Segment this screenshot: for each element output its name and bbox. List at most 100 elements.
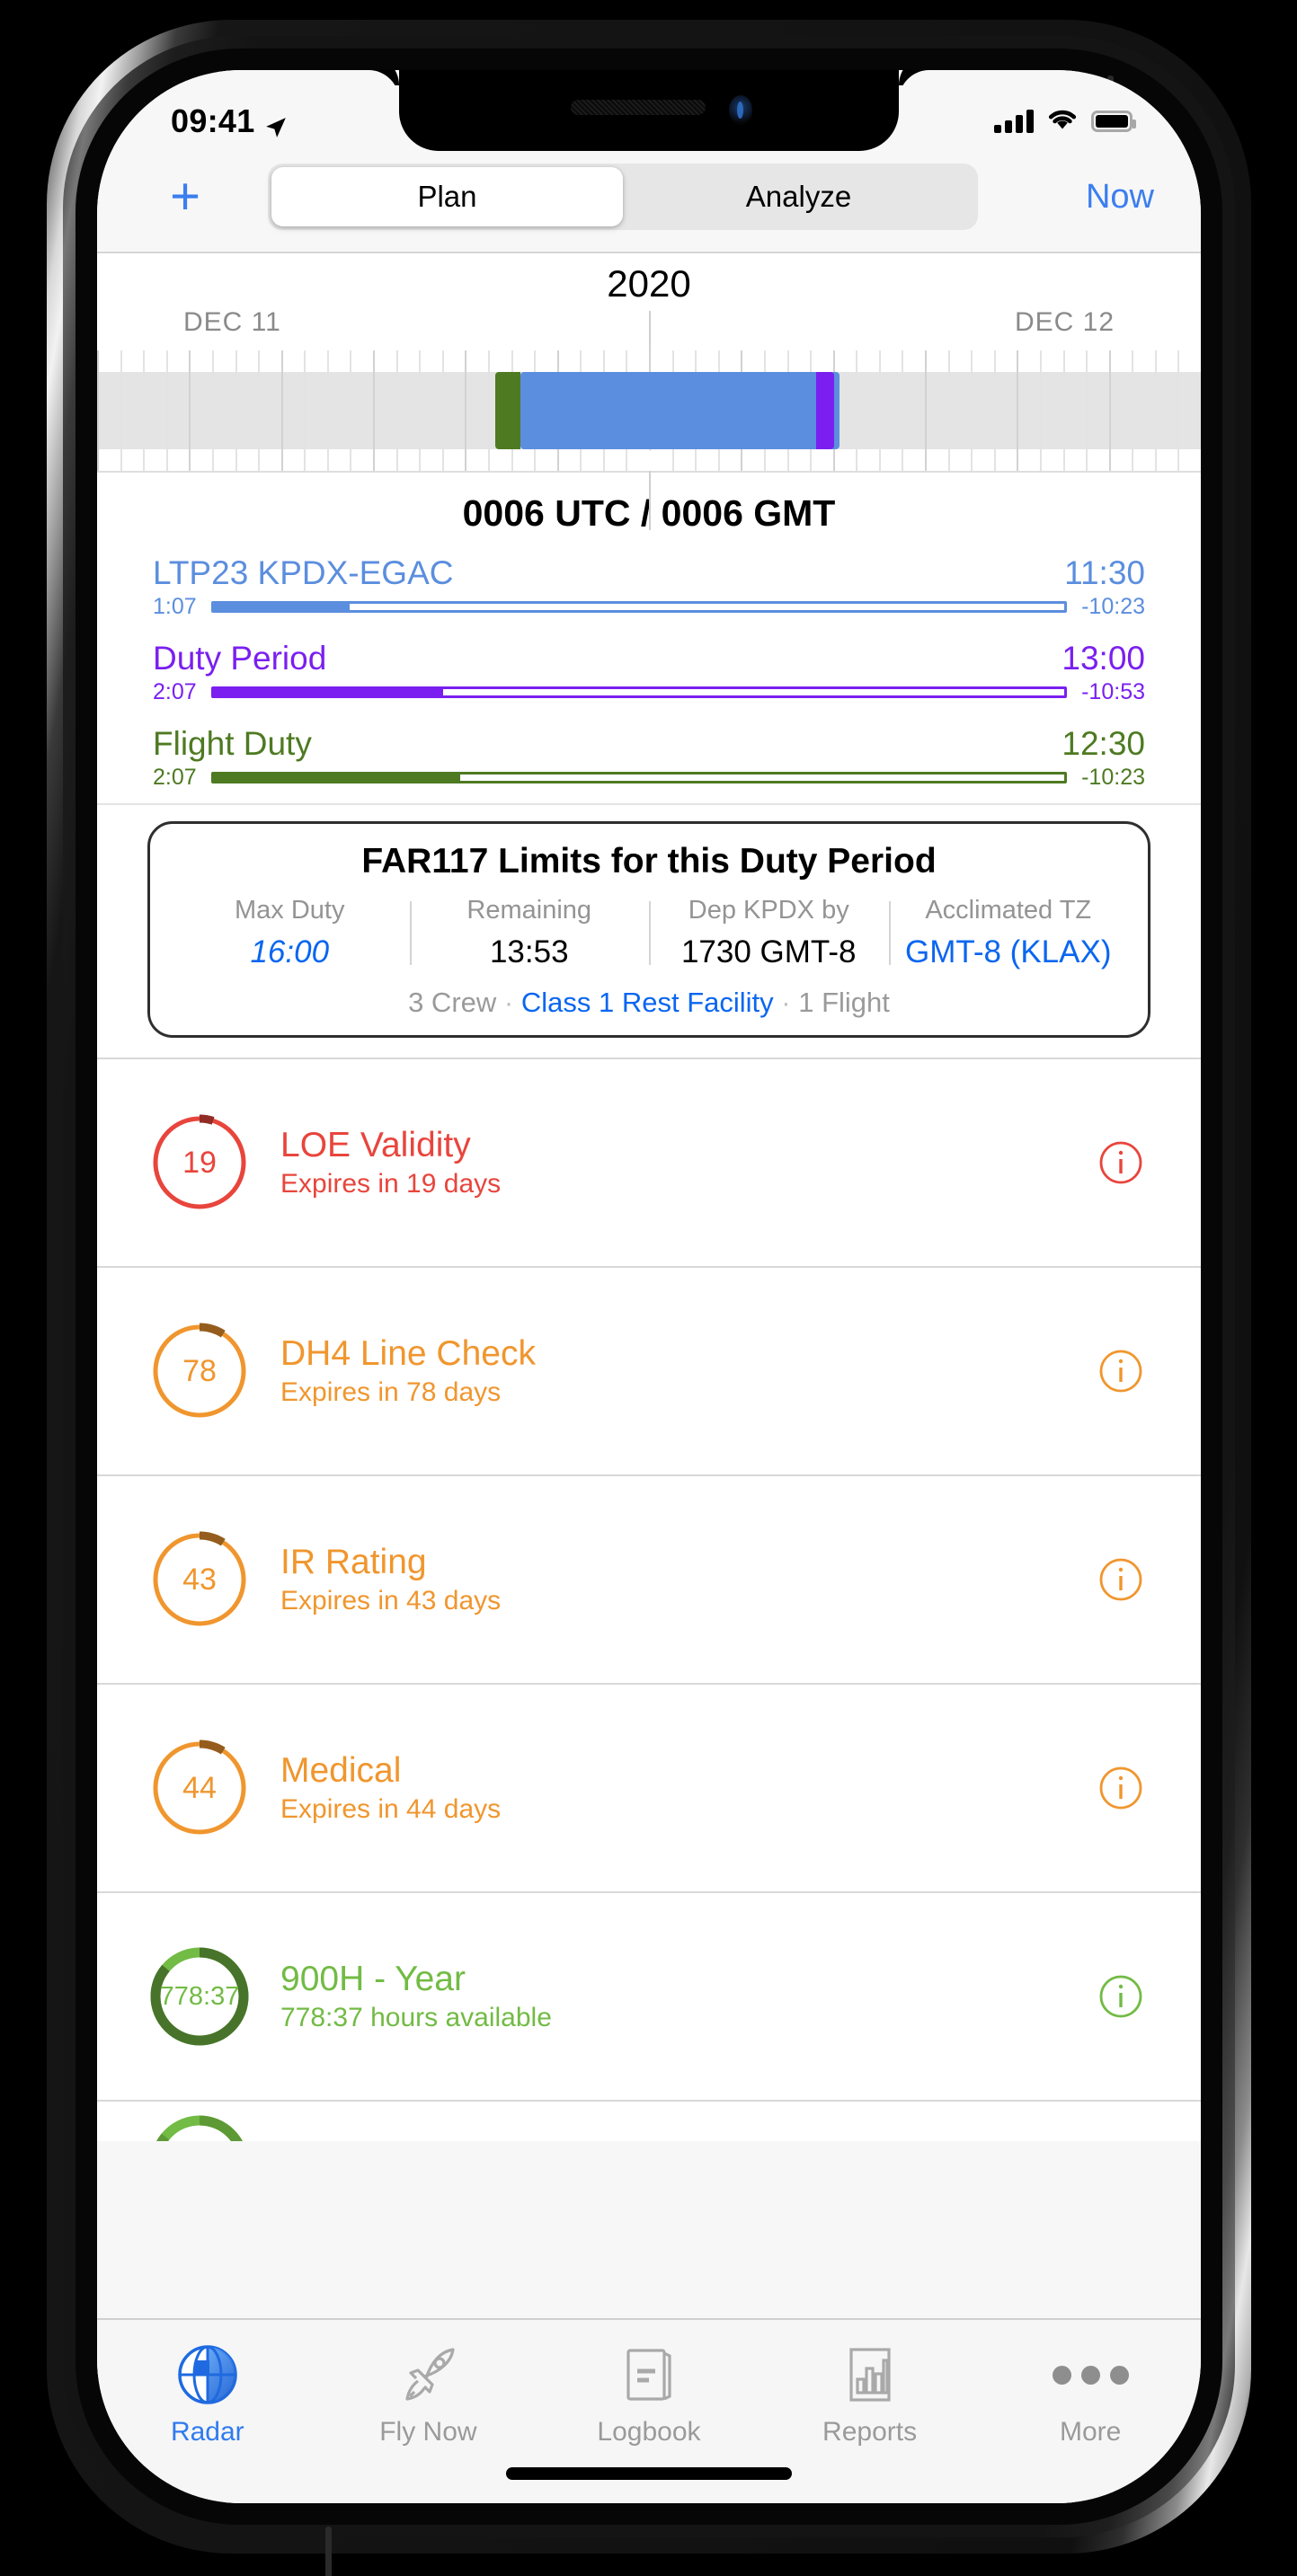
far117-col-label: Remaining — [466, 896, 592, 925]
duty-row-header: Duty Period 13:00 — [153, 640, 1145, 677]
far117-col-value: GMT-8 (KLAX) — [905, 934, 1112, 969]
antenna-seam-bottom — [325, 2527, 332, 2576]
tab-logbook[interactable]: Logbook — [538, 2340, 760, 2448]
currency-row[interactable]: 78 DH4 Line Check Expires in 78 days — [97, 1266, 1201, 1474]
duty-row-duty-period[interactable]: Duty Period 13:00 2:07 -10:53 — [97, 640, 1201, 705]
screenshot-stage: 09:41 + Plan Analyze Now 2020 DEC 11 DEC… — [0, 0, 1297, 2576]
battery-full-icon — [1091, 111, 1136, 132]
currency-title: LOE Validity — [280, 1126, 471, 1164]
cellular-signal-icon — [994, 110, 1034, 133]
currency-subtitle: 778:37 hours available — [280, 2003, 552, 2032]
currency-text: 900H - Year 778:37 hours available — [280, 1960, 1066, 2033]
segmented-control[interactable]: Plan Analyze — [268, 164, 978, 230]
timeline-selection-caret — [629, 449, 669, 471]
currency-ring-value: 78 — [182, 1353, 217, 1388]
currency-ring-value: 43 — [182, 1562, 217, 1597]
duty-row-total: 13:00 — [1062, 640, 1145, 677]
currency-title: Medical — [280, 1751, 402, 1790]
duty-row-remaining: -10:23 — [1081, 765, 1145, 790]
duty-row-sub: 1:07 -10:23 — [153, 594, 1145, 620]
far117-col-value: 1730 GMT-8 — [680, 934, 857, 969]
timeline-flight-block[interactable] — [520, 372, 839, 449]
duty-row-progress-bar — [210, 772, 1068, 783]
tab-reports[interactable]: Reports — [760, 2340, 981, 2448]
book-icon — [616, 2340, 682, 2410]
info-circle-icon[interactable] — [1097, 1138, 1145, 1187]
tab-radar[interactable]: Radar — [97, 2340, 318, 2448]
tab-plan[interactable]: Plan — [271, 167, 623, 226]
status-bar-left: 09:41 — [171, 102, 288, 140]
footer-separator: · — [503, 987, 514, 1018]
currency-subtitle: Expires in 44 days — [280, 1794, 502, 1824]
far117-col-label: Acclimated TZ — [925, 896, 1092, 925]
currency-progress-ring: 78 — [149, 1321, 250, 1421]
currency-title: IR Rating — [280, 1543, 427, 1581]
info-circle-icon[interactable] — [1097, 1764, 1145, 1812]
info-circle-icon[interactable] — [1097, 1555, 1145, 1604]
footer-separator: · — [781, 987, 791, 1018]
currency-row[interactable]: 778:37 900H - Year 778:37 hours available — [97, 1891, 1201, 2100]
currency-progress-ring: 44 — [149, 1738, 250, 1838]
currency-row[interactable]: 43 IR Rating Expires in 43 days — [97, 1474, 1201, 1683]
currency-row[interactable]: 44 Medical Expires in 44 days — [97, 1683, 1201, 1891]
currency-title: 900H - Year — [280, 1960, 466, 1998]
info-circle-icon[interactable] — [1097, 1972, 1145, 2021]
radar-globe-icon — [174, 2340, 241, 2410]
ellipsis-icon — [1052, 2340, 1129, 2410]
duty-row-title: Duty Period — [153, 640, 327, 677]
timeline-flight-duty-block[interactable] — [495, 372, 520, 449]
status-bar-right — [994, 108, 1136, 136]
crew-count: 3 Crew — [408, 987, 497, 1018]
home-indicator[interactable] — [506, 2467, 792, 2480]
duty-row-remaining: -10:53 — [1081, 679, 1145, 704]
timeline-day-left: DEC 11 — [183, 307, 281, 337]
currency-ring-value: 19 — [182, 1145, 217, 1180]
tab-more[interactable]: More — [980, 2340, 1201, 2448]
far117-card-title: FAR117 Limits for this Duty Period — [361, 842, 937, 881]
info-circle-icon[interactable] — [1097, 1347, 1145, 1395]
duty-row-header: Flight Duty 12:30 — [153, 725, 1145, 763]
flight-count: 1 Flight — [798, 987, 890, 1018]
phone-screen: 09:41 + Plan Analyze Now 2020 DEC 11 DEC… — [97, 70, 1201, 2503]
duty-row-total: 12:30 — [1062, 725, 1145, 762]
rest-facility-link[interactable]: Class 1 Rest Facility — [521, 987, 774, 1018]
currency-ring-value: 778:37 — [159, 1981, 240, 2011]
timeline-strip[interactable]: 2020 DEC 11 DEC 12 — [97, 252, 1201, 530]
duty-row-sub: 2:07 -10:53 — [153, 679, 1145, 705]
wifi-icon — [1047, 108, 1078, 136]
duty-row-title: LTP23 KPDX-EGAC — [153, 554, 454, 591]
add-button[interactable]: + — [144, 171, 227, 223]
status-bar-time: 09:41 — [171, 102, 255, 139]
timeline-year-label: 2020 — [607, 262, 691, 305]
duty-row-flight-duty[interactable]: Flight Duty 12:30 2:07 -10:23 — [97, 725, 1201, 791]
tab-bar: Radar Fly Now Logbook Reports More — [97, 2318, 1201, 2503]
now-button[interactable]: Now — [1019, 178, 1154, 217]
duty-row-flight[interactable]: LTP23 KPDX-EGAC 11:30 1:07 -10:23 — [97, 554, 1201, 620]
duty-row-progress-bar — [210, 686, 1068, 698]
currency-ring-partial — [149, 2114, 250, 2141]
currency-progress-ring: 778:37 — [149, 1946, 250, 2047]
rocket-icon — [395, 2340, 461, 2410]
duty-row-elapsed: 2:07 — [153, 765, 197, 790]
bar-chart-icon — [837, 2340, 903, 2410]
far117-col-label: Dep KPDX by — [688, 896, 849, 925]
currency-list-partial-row[interactable] — [97, 2100, 1201, 2141]
far117-col-acclimated-tz: Acclimated TZ GMT-8 (KLAX) — [888, 896, 1129, 970]
timeline-ruler[interactable] — [97, 350, 1201, 471]
far117-col-label: Max Duty — [235, 896, 345, 925]
currency-row[interactable]: 19 LOE Validity Expires in 19 days — [97, 1058, 1201, 1266]
far117-limits-card[interactable]: FAR117 Limits for this Duty Period Max D… — [147, 821, 1150, 1038]
notch — [399, 70, 899, 151]
tab-analyze[interactable]: Analyze — [623, 167, 974, 226]
currency-progress-ring: 19 — [149, 1112, 250, 1213]
currency-progress-ring: 43 — [149, 1529, 250, 1630]
far117-col-value: 13:53 — [489, 934, 569, 969]
earpiece-speaker-icon — [571, 100, 706, 115]
tab-label: Radar — [170, 2417, 244, 2447]
currency-list: 19 LOE Validity Expires in 19 days 78 DH4 Li… — [97, 1058, 1201, 2100]
tab-fly-now[interactable]: Fly Now — [318, 2340, 539, 2448]
currency-text: LOE Validity Expires in 19 days — [280, 1126, 1066, 1199]
timeline-duty-period-block[interactable] — [816, 372, 834, 449]
duty-row-sub: 2:07 -10:23 — [153, 765, 1145, 791]
duty-row-elapsed: 2:07 — [153, 679, 197, 704]
